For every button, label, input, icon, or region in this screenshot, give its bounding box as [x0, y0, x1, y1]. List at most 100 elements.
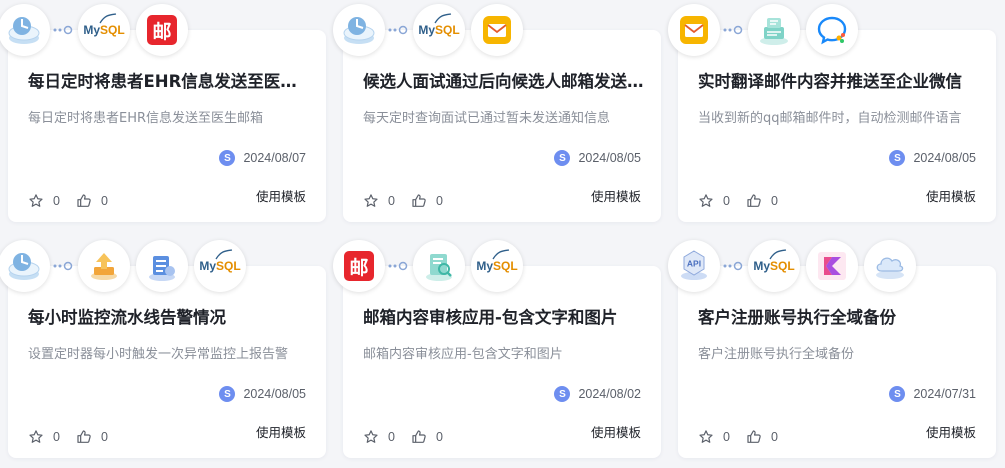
card-title[interactable]: 实时翻译邮件内容并推送至企业微信: [698, 68, 983, 92]
card-date: 2024/08/02: [578, 387, 641, 401]
author-avatar: S: [554, 386, 571, 402]
card-description: 每天定时查询面试已通过暂未发送通知信息: [363, 111, 611, 126]
mysql-logo: MySQL: [78, 4, 130, 56]
star-stat[interactable]: 0: [363, 429, 395, 445]
star-count: 0: [723, 194, 730, 208]
thumbs-up-icon[interactable]: [76, 193, 92, 209]
thumbs-up-icon[interactable]: [76, 429, 92, 445]
star-icon[interactable]: [363, 429, 379, 445]
cloud-storage-icon: [864, 240, 916, 292]
card-meta: S 2024/08/02: [554, 386, 641, 402]
card-title[interactable]: 候选人面试通过后向候选人邮箱发送通知: [363, 68, 648, 92]
use-template-button[interactable]: 使用模板: [256, 422, 306, 441]
thumbs-up-icon[interactable]: [411, 429, 427, 445]
star-icon[interactable]: [698, 193, 714, 209]
card-date: 2024/08/07: [243, 151, 306, 165]
card-description: 设置定时器每小时触发一次异常监控上报告警: [28, 347, 289, 362]
template-card[interactable]: MySQL 候选人面试通过后向候选人邮箱发送通知 每天定时查询面试已通过暂未发送…: [333, 4, 661, 222]
pipeline-icon: [78, 240, 130, 292]
connector-dots-icon: [53, 25, 73, 35]
star-icon[interactable]: [363, 193, 379, 209]
card-date: 2024/08/05: [913, 151, 976, 165]
card-date: 2024/07/31: [913, 387, 976, 401]
star-stat[interactable]: 0: [28, 193, 60, 209]
star-stat[interactable]: 0: [28, 429, 60, 445]
star-icon[interactable]: [698, 429, 714, 445]
content-audit-icon: [413, 240, 465, 292]
card-title[interactable]: 邮箱内容审核应用-包含文字和图片: [363, 304, 648, 328]
like-stat[interactable]: 0: [411, 193, 443, 209]
translate-icon: [748, 4, 800, 56]
thumbs-up-icon[interactable]: [411, 193, 427, 209]
star-count: 0: [53, 430, 60, 444]
template-card[interactable]: 实时翻译邮件内容并推送至企业微信 当收到新的qq邮箱邮件时，自动检测邮件语言 S…: [668, 4, 996, 222]
connector-icons: 邮 MySQL: [333, 238, 523, 294]
card-footer: 0 0 使用模板: [363, 425, 641, 449]
card-description: 每日定时将患者EHR信息发送至医生邮箱: [28, 111, 264, 126]
card-description: 客户注册账号执行全域备份: [698, 347, 855, 362]
connector-icons: [668, 2, 858, 58]
card-meta: S 2024/08/07: [219, 150, 306, 166]
mysql-logo: MySQL: [413, 4, 465, 56]
connector-icons: MySQL 邮: [0, 2, 188, 58]
star-stat[interactable]: 0: [698, 193, 730, 209]
like-stat[interactable]: 0: [746, 193, 778, 209]
like-stat[interactable]: 0: [411, 429, 443, 445]
star-stat[interactable]: 0: [363, 193, 395, 209]
star-icon[interactable]: [28, 193, 44, 209]
connector-dots-icon: [388, 25, 408, 35]
star-count: 0: [723, 430, 730, 444]
template-card[interactable]: MySQL 每小时监控流水线告警情况 设置定时器每小时触发一次异常监控上报告警 …: [0, 240, 326, 458]
card-title[interactable]: 客户注册账号执行全域备份: [698, 304, 983, 328]
api-icon: API: [668, 240, 720, 292]
thumbs-up-icon[interactable]: [746, 193, 762, 209]
card-meta: S 2024/08/05: [554, 150, 641, 166]
connector-dots-icon: [388, 261, 408, 271]
use-template-button[interactable]: 使用模板: [926, 186, 976, 205]
like-stat[interactable]: 0: [76, 193, 108, 209]
wecom-icon: [806, 4, 858, 56]
timer-icon: [0, 240, 50, 292]
connector-dots-icon: [723, 25, 743, 35]
use-template-button[interactable]: 使用模板: [591, 186, 641, 205]
like-count: 0: [770, 430, 778, 444]
author-avatar: S: [889, 150, 906, 166]
star-icon[interactable]: [28, 429, 44, 445]
like-count: 0: [770, 194, 778, 208]
use-template-button[interactable]: 使用模板: [926, 422, 976, 441]
template-card[interactable]: API MySQL 客户注册账号执行全域备份 客户注册账号执行全域备份 S 20…: [668, 240, 996, 458]
card-footer: 0 0 使用模板: [698, 425, 976, 449]
connector-dots-icon: [723, 261, 743, 271]
card-footer: 0 0 使用模板: [28, 189, 306, 213]
card-title[interactable]: 每日定时将患者EHR信息发送至医生邮箱: [28, 68, 313, 92]
star-stat[interactable]: 0: [698, 429, 730, 445]
like-stat[interactable]: 0: [746, 429, 778, 445]
card-description: 当收到新的qq邮箱邮件时，自动检测邮件语言: [698, 111, 962, 126]
use-template-button[interactable]: 使用模板: [256, 186, 306, 205]
card-title[interactable]: 每小时监控流水线告警情况: [28, 304, 313, 328]
connector-icons: API MySQL: [668, 238, 916, 294]
like-count: 0: [435, 194, 443, 208]
mysql-logo: MySQL: [471, 240, 523, 292]
card-footer: 0 0 使用模板: [363, 189, 641, 213]
timer-icon: [333, 4, 385, 56]
card-meta: S 2024/08/05: [889, 150, 976, 166]
like-stat[interactable]: 0: [76, 429, 108, 445]
connector-icons: MySQL: [333, 2, 523, 58]
like-count: 0: [100, 194, 108, 208]
card-date: 2024/08/05: [578, 151, 641, 165]
mysql-logo: MySQL: [748, 240, 800, 292]
star-count: 0: [388, 194, 395, 208]
card-date: 2024/08/05: [243, 387, 306, 401]
author-avatar: S: [219, 386, 236, 402]
use-template-button[interactable]: 使用模板: [591, 422, 641, 441]
email-icon: [668, 4, 720, 56]
card-footer: 0 0 使用模板: [28, 425, 306, 449]
card-meta: S 2024/07/31: [889, 386, 976, 402]
monitor-icon: [136, 240, 188, 292]
template-card[interactable]: 邮 MySQL 邮箱内容审核应用-包含文字和图片 邮箱内容审核应用-包含文字和图…: [333, 240, 661, 458]
mysql-logo: MySQL: [194, 240, 246, 292]
template-card[interactable]: MySQL 邮 每日定时将患者EHR信息发送至医生邮箱 每日定时将患者EHR信息…: [0, 4, 326, 222]
thumbs-up-icon[interactable]: [746, 429, 762, 445]
connector-icons: MySQL: [0, 238, 246, 294]
